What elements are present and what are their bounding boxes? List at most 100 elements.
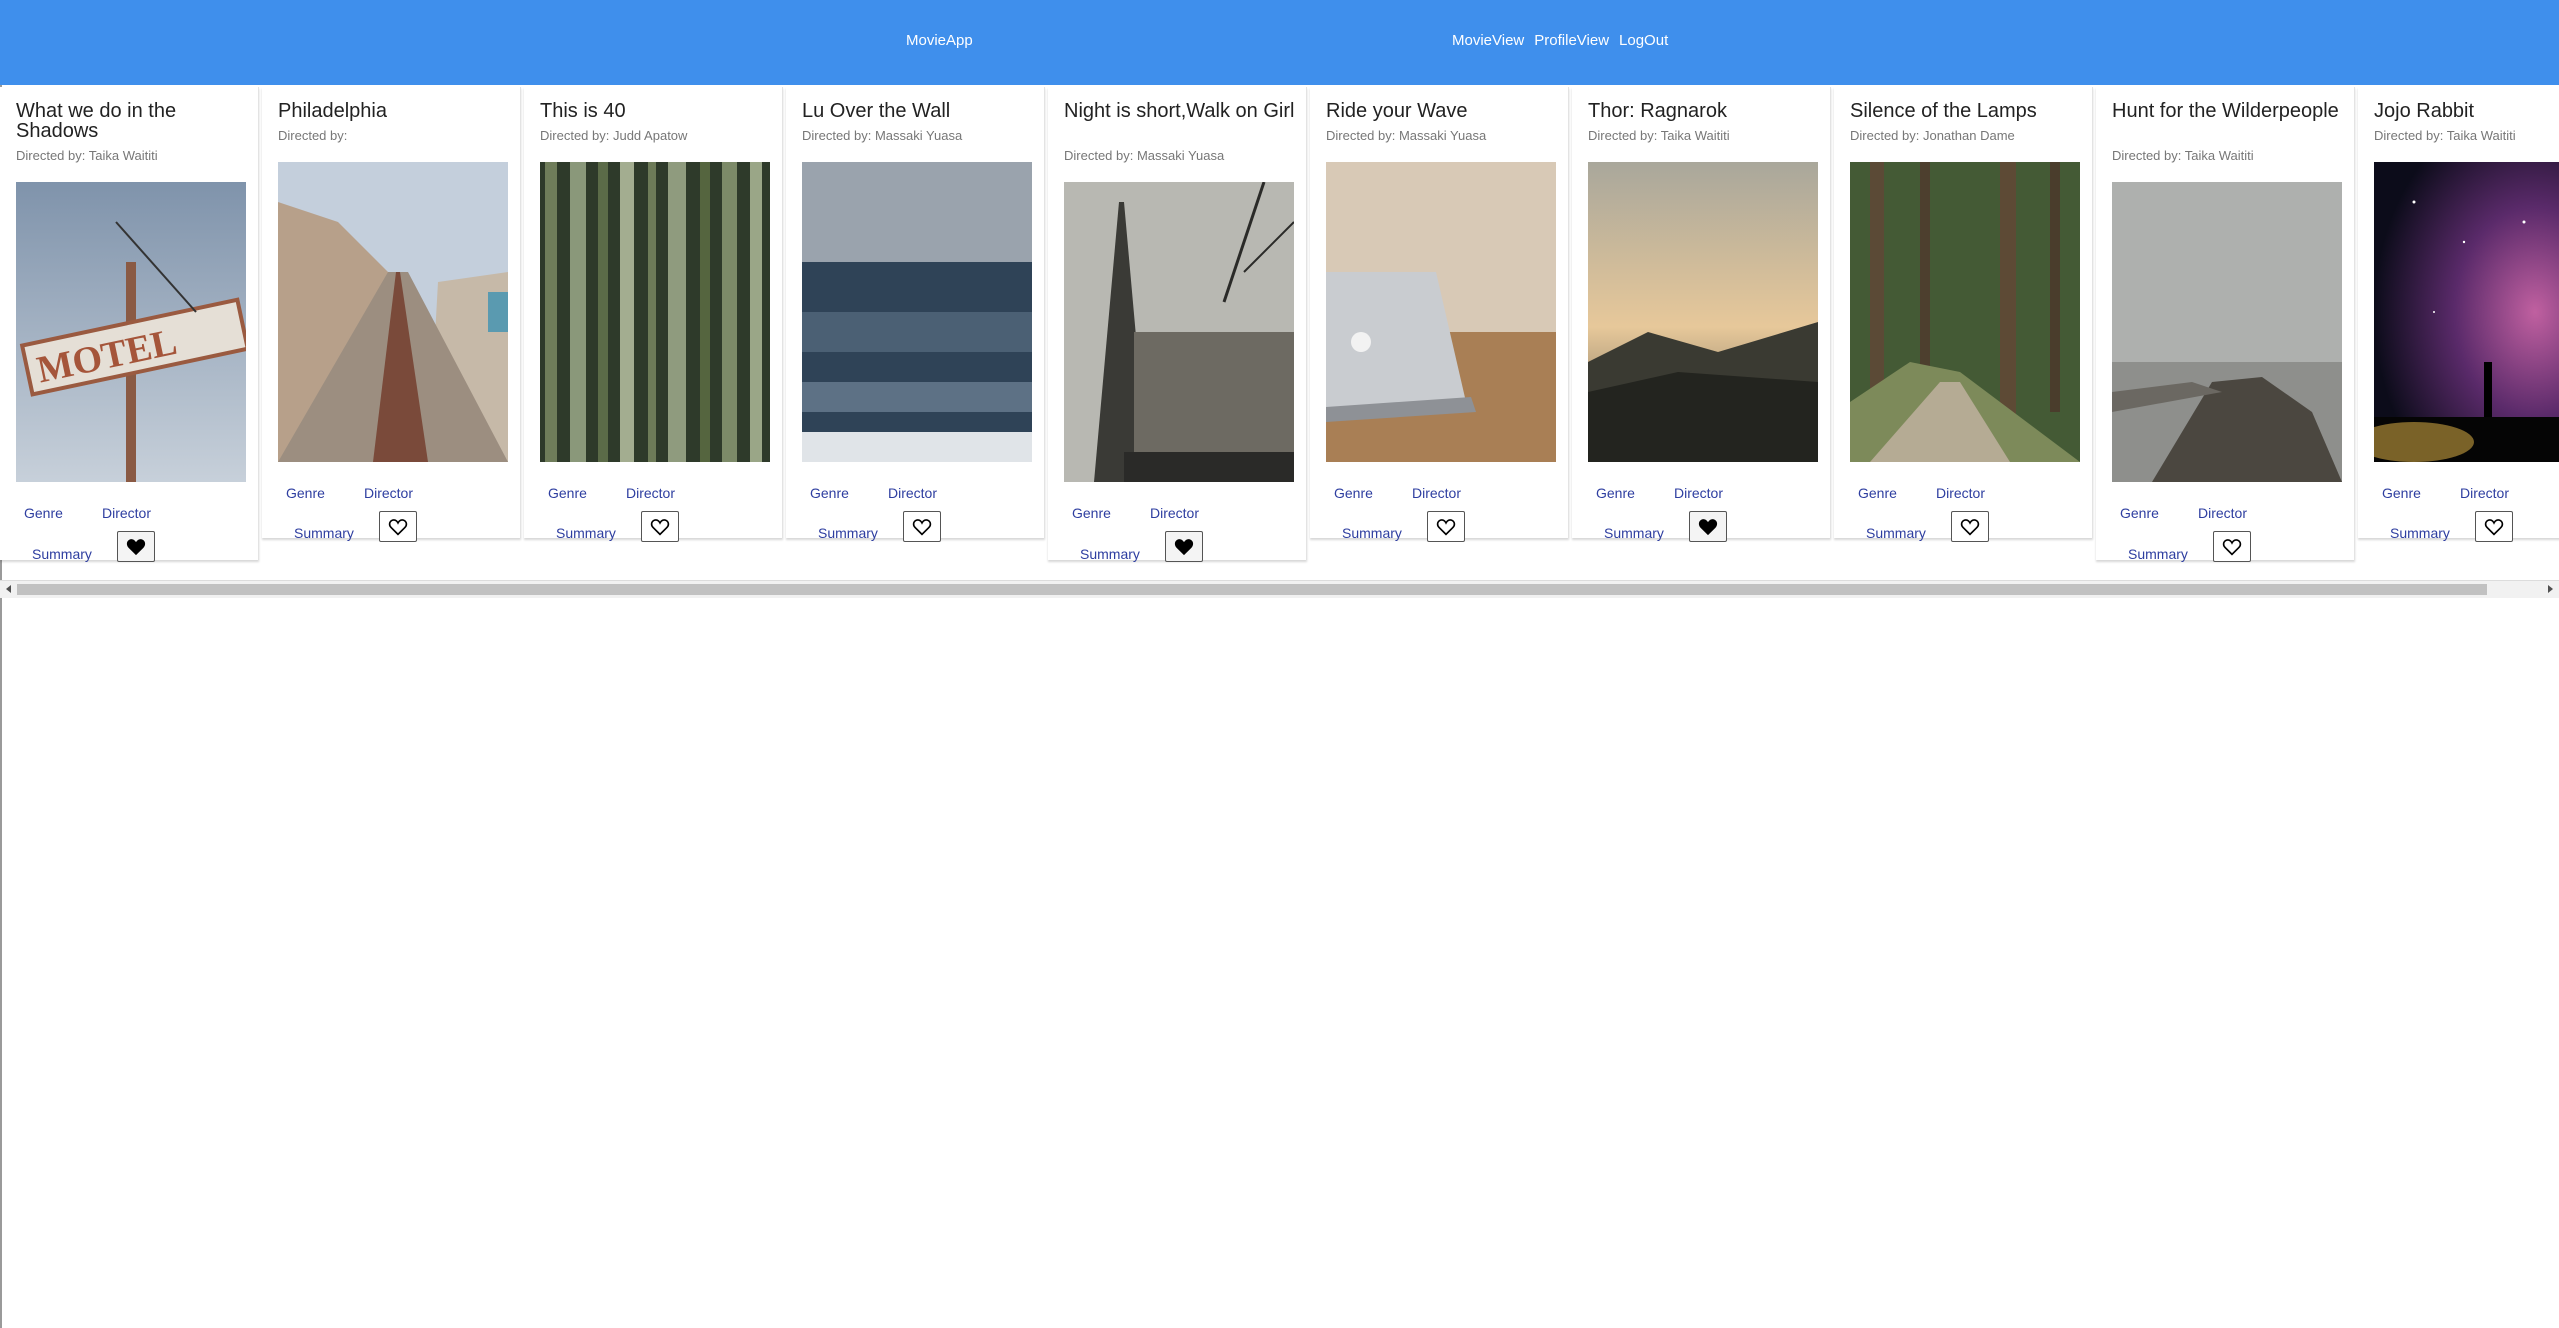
director-link[interactable]: Director (626, 485, 675, 501)
director-link[interactable]: Director (1150, 505, 1199, 521)
genre-link[interactable]: Genre (286, 485, 325, 501)
director-link[interactable]: Director (102, 505, 151, 521)
summary-link[interactable]: Summary (818, 525, 878, 541)
summary-link[interactable]: Summary (294, 525, 354, 541)
movie-poster (278, 162, 508, 462)
movie-title: Lu Over the Wall (802, 100, 951, 122)
scroll-left-arrow-icon[interactable] (6, 585, 11, 593)
navbar: MovieApp MovieView ProfileView LogOut (0, 0, 2559, 85)
movie-title: Ride your Wave (1326, 100, 1468, 122)
genre-link[interactable]: Genre (1072, 505, 1111, 521)
director-link[interactable]: Director (1936, 485, 1985, 501)
nav-links: MovieView ProfileView LogOut (1452, 32, 1668, 49)
movie-card: What we do in the Shadows Directed by: T… (0, 87, 259, 562)
summary-link[interactable]: Summary (556, 525, 616, 541)
movie-director-line: Directed by: Taika Waititi (1588, 128, 1730, 143)
nav-logout-link[interactable]: LogOut (1619, 32, 1668, 49)
director-link[interactable]: Director (2198, 505, 2247, 521)
movie-card: Jojo Rabbit Directed by: Taika Waititi G… (2358, 87, 2559, 542)
movie-title: Hunt for the Wilderpeople (2112, 100, 2339, 122)
scrollbar-thumb[interactable] (17, 584, 2487, 595)
movie-card: Philadelphia Directed by: Genre Director… (262, 87, 521, 542)
favorite-button[interactable] (1427, 511, 1465, 542)
favorite-button[interactable] (1951, 511, 1989, 542)
movie-poster (1588, 162, 1818, 462)
heart-outline-icon (2222, 538, 2242, 556)
director-link[interactable]: Director (2460, 485, 2509, 501)
summary-link[interactable]: Summary (1080, 546, 1140, 562)
movie-title: What we do in the Shadows (16, 100, 177, 142)
movie-title: Night is short,Walk on Girl (1064, 100, 1295, 122)
summary-link[interactable]: Summary (2390, 525, 2450, 541)
movie-poster (1326, 162, 1556, 462)
movie-poster (2112, 182, 2342, 482)
nav-profileview-link[interactable]: ProfileView (1534, 32, 1609, 49)
movie-poster (1850, 162, 2080, 462)
director-link[interactable]: Director (364, 485, 413, 501)
movie-title: This is 40 (540, 100, 626, 122)
movie-card: This is 40 Directed by: Judd Apatow Genr… (524, 87, 783, 542)
director-link[interactable]: Director (1412, 485, 1461, 501)
heart-outline-icon (388, 518, 408, 536)
movie-card: Lu Over the Wall Directed by: Massaki Yu… (786, 87, 1045, 542)
heart-filled-icon (1698, 518, 1718, 535)
movie-title: Thor: Ragnarok (1588, 100, 1727, 122)
nav-movieview-link[interactable]: MovieView (1452, 32, 1524, 49)
horizontal-scrollbar[interactable] (0, 580, 2559, 598)
heart-outline-icon (1960, 518, 1980, 536)
movie-poster: MOTEL (16, 182, 246, 482)
favorite-button[interactable] (2213, 531, 2251, 562)
heart-outline-icon (1436, 518, 1456, 536)
movie-title: Jojo Rabbit (2374, 100, 2475, 122)
summary-link[interactable]: Summary (32, 546, 92, 562)
favorite-button[interactable] (641, 511, 679, 542)
summary-link[interactable]: Summary (1604, 525, 1664, 541)
summary-link[interactable]: Summary (1866, 525, 1926, 541)
movie-card-strip[interactable]: What we do in the Shadows Directed by: T… (0, 87, 2559, 582)
genre-link[interactable]: Genre (1858, 485, 1897, 501)
brand-link[interactable]: MovieApp (906, 32, 973, 49)
movie-director-line: Directed by: Taika Waititi (2374, 128, 2516, 143)
genre-link[interactable]: Genre (24, 505, 63, 521)
genre-link[interactable]: Genre (2120, 505, 2159, 521)
movie-director-line: Directed by: (278, 128, 348, 143)
heart-outline-icon (650, 518, 670, 536)
movie-poster (1064, 182, 1294, 482)
movie-director-line: Directed by: Massaki Yuasa (802, 128, 963, 143)
genre-link[interactable]: Genre (2382, 485, 2421, 501)
heart-outline-icon (912, 518, 932, 536)
movie-card: Hunt for the Wilderpeople Directed by: T… (2096, 87, 2355, 562)
favorite-button[interactable] (1165, 531, 1203, 562)
favorite-button[interactable] (2475, 511, 2513, 542)
heart-outline-icon (2484, 518, 2504, 536)
movie-director-line: Directed by: Jonathan Dame (1850, 128, 2015, 143)
director-link[interactable]: Director (888, 485, 937, 501)
scroll-right-arrow-icon[interactable] (2548, 585, 2553, 593)
summary-link[interactable]: Summary (1342, 525, 1402, 541)
genre-link[interactable]: Genre (1334, 485, 1373, 501)
genre-link[interactable]: Genre (1596, 485, 1635, 501)
heart-filled-icon (126, 538, 146, 555)
movie-director-line: Directed by: Judd Apatow (540, 128, 688, 143)
favorite-button[interactable] (903, 511, 941, 542)
movie-title: Silence of the Lamps (1850, 100, 2037, 122)
director-link[interactable]: Director (1674, 485, 1723, 501)
movie-title: Philadelphia (278, 100, 387, 122)
movie-director-line: Directed by: Massaki Yuasa (1064, 148, 1225, 163)
movie-director-line: Directed by: Massaki Yuasa (1326, 128, 1487, 143)
favorite-button[interactable] (117, 531, 155, 562)
movie-card: Thor: Ragnarok Directed by: Taika Waitit… (1572, 87, 1831, 542)
movie-director-line: Directed by: Taika Waititi (16, 148, 158, 163)
movie-card: Silence of the Lamps Directed by: Jonath… (1834, 87, 2093, 542)
favorite-button[interactable] (1689, 511, 1727, 542)
favorite-button[interactable] (379, 511, 417, 542)
movie-poster (802, 162, 1032, 462)
movie-poster (2374, 162, 2559, 462)
movie-card: Ride your Wave Directed by: Massaki Yuas… (1310, 87, 1569, 542)
genre-link[interactable]: Genre (548, 485, 587, 501)
movie-poster (540, 162, 770, 462)
genre-link[interactable]: Genre (810, 485, 849, 501)
movie-director-line: Directed by: Taika Waititi (2112, 148, 2254, 163)
summary-link[interactable]: Summary (2128, 546, 2188, 562)
movie-card: Night is short,Walk on Girl Directed by:… (1048, 87, 1307, 562)
